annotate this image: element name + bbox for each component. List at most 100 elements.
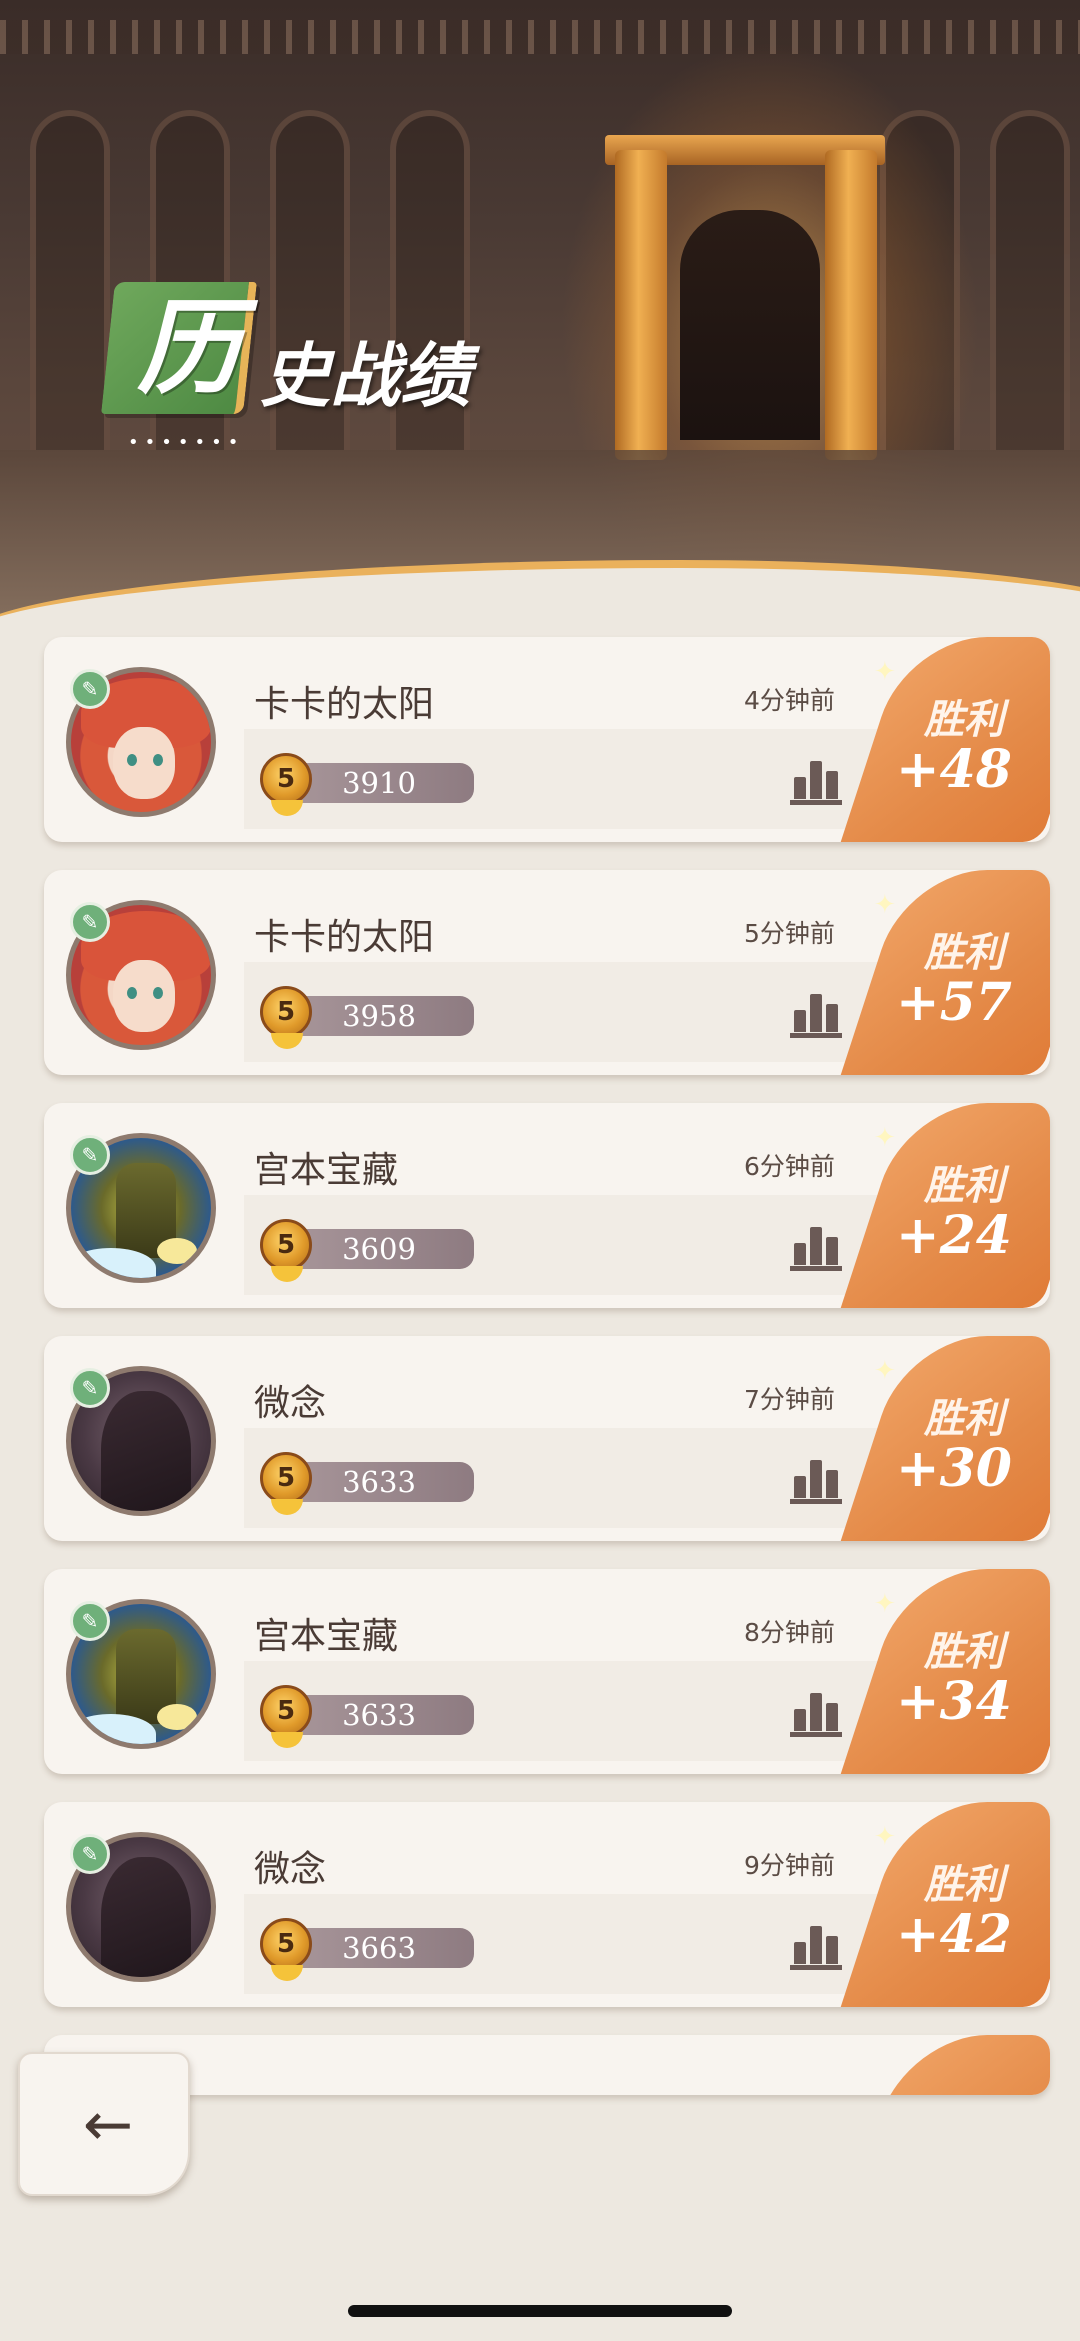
bar <box>794 1010 806 1032</box>
avatar-eye <box>153 754 163 766</box>
score-pill: 3609 <box>284 1229 474 1269</box>
score-pill: 3663 <box>284 1928 474 1968</box>
match-record-card[interactable]: ✎ 卡卡的太阳 4分钟前 3910 5 ✦ 胜利 +48 <box>44 637 1050 842</box>
bar <box>826 1936 838 1964</box>
match-record-card[interactable]: ✎ 微念 7分钟前 3633 5 ✦ 胜利 +30 <box>44 1336 1050 1541</box>
avatar-fish <box>157 1238 197 1264</box>
match-record-card-partial[interactable] <box>44 2035 1050 2095</box>
bar <box>810 1460 822 1498</box>
rank-number: 5 <box>276 1463 296 1493</box>
avatar-eye <box>127 754 137 766</box>
avatar-eye <box>127 987 137 999</box>
rank-number: 5 <box>276 1230 296 1260</box>
match-time: 5分钟前 <box>744 919 835 948</box>
bar-chart-icon[interactable] <box>790 753 842 805</box>
arch <box>990 110 1070 450</box>
edit-pencil-icon: ✎ <box>70 1601 110 1641</box>
rank-medal-icon: 5 <box>260 986 312 1049</box>
rank-medal-icon: 5 <box>260 1685 312 1748</box>
sparkle-icon: ✦ <box>874 890 896 920</box>
home-indicator[interactable] <box>348 2305 732 2317</box>
avatar-face <box>113 727 175 799</box>
bar-chart-icon[interactable] <box>790 1918 842 1970</box>
bar-chart-icon[interactable] <box>790 1452 842 1504</box>
rank-number: 5 <box>276 764 296 794</box>
result-tag: ✦ 胜利 +24 <box>840 1103 1050 1308</box>
match-record-card[interactable]: ✎ 卡卡的太阳 5分钟前 3958 5 ✦ 胜利 +57 <box>44 870 1050 1075</box>
avatar-fish <box>157 1704 197 1730</box>
bar <box>826 1470 838 1498</box>
player-avatar[interactable]: ✎ <box>66 1133 216 1283</box>
player-avatar[interactable]: ✎ <box>66 1366 216 1516</box>
golden-pillar <box>825 150 877 460</box>
bar <box>794 1942 806 1964</box>
result-label: 胜利 <box>924 929 1004 976</box>
result-tag: ✦ 胜利 +48 <box>840 637 1050 842</box>
result-label: 胜利 <box>924 1162 1004 1209</box>
match-time: 4分钟前 <box>744 686 835 715</box>
bar <box>810 1227 822 1265</box>
rank-number: 5 <box>276 1929 296 1959</box>
player-avatar[interactable]: ✎ <box>66 1599 216 1749</box>
result-tag: ✦ 胜利 +34 <box>840 1569 1050 1774</box>
result-tag: ✦ 胜利 +30 <box>840 1336 1050 1541</box>
result-tag: ✦ 胜利 +57 <box>840 870 1050 1075</box>
match-time: 7分钟前 <box>744 1385 835 1414</box>
title-dots: ••••••• <box>128 432 245 453</box>
sparkle-icon: ✦ <box>874 1123 896 1153</box>
bar <box>826 771 838 799</box>
bar <box>826 1004 838 1032</box>
bar <box>794 1243 806 1265</box>
score-value: 3609 <box>342 1232 416 1266</box>
bar-base <box>790 1033 842 1038</box>
bar <box>794 777 806 799</box>
player-avatar[interactable]: ✎ <box>66 667 216 817</box>
avatar-wave <box>71 1248 156 1278</box>
bar <box>794 1476 806 1498</box>
match-time: 9分钟前 <box>744 1851 835 1880</box>
score-value: 3633 <box>342 1465 416 1499</box>
score-value: 3910 <box>342 766 416 800</box>
bar <box>826 1237 838 1265</box>
match-record-card[interactable]: ✎ 宫本宝藏 6分钟前 3609 5 ✦ 胜利 +24 <box>44 1103 1050 1308</box>
score-value: 3663 <box>342 1931 416 1965</box>
avatar-cloak <box>101 1391 191 1511</box>
score-delta: +42 <box>896 1904 1012 1965</box>
bar-base <box>790 800 842 805</box>
title-first-char: 历 <box>136 286 241 409</box>
result-label: 胜利 <box>924 1395 1004 1442</box>
edit-pencil-icon: ✎ <box>70 1368 110 1408</box>
match-record-card[interactable]: ✎ 宫本宝藏 8分钟前 3633 5 ✦ 胜利 +34 <box>44 1569 1050 1774</box>
rank-number: 5 <box>276 997 296 1027</box>
score-pill: 3633 <box>284 1695 474 1735</box>
avatar-wave <box>71 1714 156 1744</box>
bar-chart-icon[interactable] <box>790 986 842 1038</box>
bar-chart-icon[interactable] <box>790 1685 842 1737</box>
sparkle-icon: ✦ <box>874 1822 896 1852</box>
sparkle-icon: ✦ <box>874 1589 896 1619</box>
edit-pencil-icon: ✎ <box>70 902 110 942</box>
bar-base <box>790 1965 842 1970</box>
title-text: 史战绩 <box>260 334 470 417</box>
bar-chart-icon[interactable] <box>790 1219 842 1271</box>
score-value: 3633 <box>342 1698 416 1732</box>
back-arrow-icon: ← <box>82 2090 134 2160</box>
bar <box>810 1693 822 1731</box>
bar <box>810 994 822 1032</box>
sparkle-icon: ✦ <box>874 1356 896 1386</box>
match-record-card[interactable]: ✎ 微念 9分钟前 3663 5 ✦ 胜利 +42 <box>44 1802 1050 2007</box>
player-avatar[interactable]: ✎ <box>66 900 216 1050</box>
score-pill: 3910 <box>284 763 474 803</box>
result-label: 胜利 <box>924 696 1004 743</box>
result-tag <box>840 2035 1050 2095</box>
back-button[interactable]: ← <box>18 2052 190 2196</box>
bar <box>810 761 822 799</box>
player-name: 微念 <box>254 1849 327 1890</box>
match-time: 8分钟前 <box>744 1618 835 1647</box>
bar-base <box>790 1266 842 1271</box>
player-avatar[interactable]: ✎ <box>66 1832 216 1982</box>
page-title: 历 史战绩 ••••••• <box>101 282 528 453</box>
sparkle-icon: ✦ <box>874 657 896 687</box>
score-value: 3958 <box>342 999 416 1033</box>
score-delta: +34 <box>896 1671 1012 1732</box>
